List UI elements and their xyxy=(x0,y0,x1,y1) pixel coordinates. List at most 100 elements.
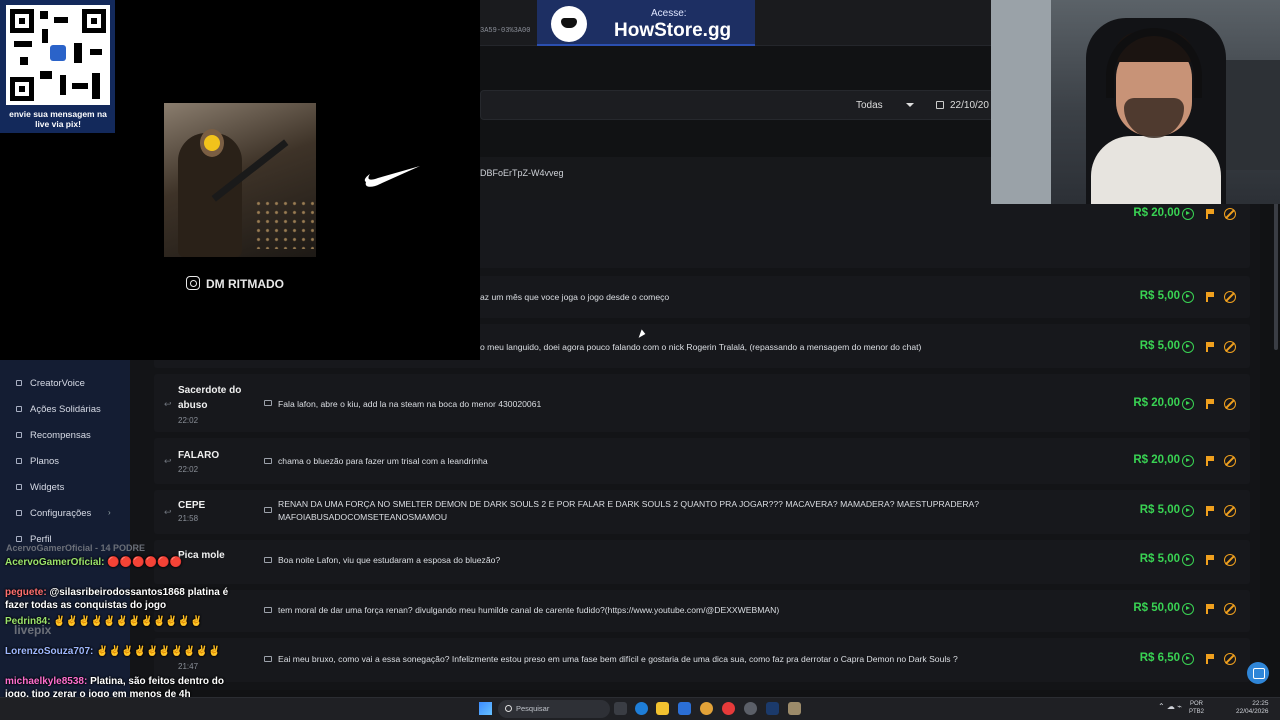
windows-start-icon[interactable] xyxy=(479,702,492,715)
chevron-right-icon: › xyxy=(108,508,111,517)
sidebar-item-planos[interactable]: Planos xyxy=(16,456,59,467)
donation-amount: R$ 5,00 xyxy=(1139,504,1180,516)
taskbar: Pesquisar ⌃ ☁ ⌁ POR PTB2 22:25 22/04/2026 xyxy=(0,697,1280,720)
flag-icon[interactable] xyxy=(1206,292,1214,302)
qr-code xyxy=(6,5,110,105)
system-tray[interactable]: ⌃ ☁ ⌁ xyxy=(1158,702,1182,711)
sidebar-item-acoes-solidarias[interactable]: Ações Solidárias xyxy=(16,404,101,415)
donation-message: Eai meu bruxo, como vai a essa sonegação… xyxy=(278,654,958,664)
block-icon[interactable] xyxy=(1224,398,1236,410)
plans-icon xyxy=(16,458,22,464)
block-icon[interactable] xyxy=(1224,455,1236,467)
edge-icon[interactable] xyxy=(635,702,648,715)
chat-text: ✌✌✌✌✌✌✌✌✌✌ xyxy=(96,646,221,657)
donation-message: tem moral de dar uma força renan? divulg… xyxy=(278,605,780,615)
banner-access-label: Acesse: xyxy=(651,8,687,19)
donation-amount: R$ 6,50 xyxy=(1139,652,1180,664)
flag-icon[interactable] xyxy=(1206,209,1214,219)
block-icon[interactable] xyxy=(1224,603,1236,615)
play-icon[interactable] xyxy=(1182,455,1194,467)
help-chat-icon[interactable] xyxy=(1247,662,1269,684)
webcam-feed xyxy=(991,0,1280,204)
sidebar-item-label: CreatorVoice xyxy=(30,378,85,389)
flag-icon[interactable] xyxy=(1206,342,1214,352)
donation-message: o meu languido, doei agora pouco falando… xyxy=(480,342,922,352)
nike-swoosh-icon xyxy=(364,166,420,187)
taskbar-clock[interactable]: 22:25 22/04/2026 xyxy=(1236,700,1269,716)
pix-qr-panel: envie sua mensagem na live via pix! xyxy=(0,0,115,133)
emoji-sticker-icon xyxy=(204,135,220,151)
clock-time: 22:25 xyxy=(1252,700,1269,707)
donation-time: 22:02 xyxy=(178,416,199,425)
donation-message: RENAN DA UMA FORÇA NO SMELTER DEMON DE D… xyxy=(278,499,980,522)
donation-message: az um mês que voce joga o jogo desde o c… xyxy=(480,292,670,302)
banner-store-name: HowStore.gg xyxy=(614,20,732,41)
donor-name: Sacerdote do abuso xyxy=(178,385,242,411)
reply-arrow-icon: ↩ xyxy=(164,507,172,517)
taskbar-search[interactable]: Pesquisar xyxy=(498,700,610,718)
block-icon[interactable] xyxy=(1224,291,1236,303)
block-icon[interactable] xyxy=(1224,208,1236,220)
qr-caption: envie sua mensagem na live via pix! xyxy=(9,109,107,129)
block-icon[interactable] xyxy=(1224,505,1236,517)
sidebar-item-label: Ações Solidárias xyxy=(30,404,101,415)
widgets-icon xyxy=(16,484,22,490)
task-view-icon[interactable] xyxy=(614,702,627,715)
sidebar-item-creatorvoice[interactable]: CreatorVoice xyxy=(16,378,85,389)
donation-row: ↩ Sacerdote do abuso 22:02 Fala lafon, a… xyxy=(154,374,1250,432)
donor-name: FALARO xyxy=(178,450,220,461)
flag-icon[interactable] xyxy=(1206,456,1214,466)
flag-icon[interactable] xyxy=(1206,555,1214,565)
instagram-handle: DM RITMADO xyxy=(206,277,284,291)
flag-icon[interactable] xyxy=(1206,399,1214,409)
steam-icon[interactable] xyxy=(766,702,779,715)
howstore-banner[interactable]: Acesse: HowStore.gg xyxy=(537,0,755,46)
search-icon xyxy=(505,705,512,712)
date-filter-value: 22/10/20 xyxy=(950,100,989,111)
play-icon[interactable] xyxy=(1182,398,1194,410)
chat-username: AcervoGamerOficial: xyxy=(5,557,105,568)
chrome-icon[interactable] xyxy=(700,702,713,715)
play-icon[interactable] xyxy=(1182,208,1194,220)
obs-icon[interactable] xyxy=(744,702,757,715)
calendar-icon xyxy=(936,101,944,109)
app-icon[interactable] xyxy=(788,702,801,715)
donation-message: chama o bluezão para fazer um trisal com… xyxy=(278,456,488,466)
flag-icon[interactable] xyxy=(1206,654,1214,664)
chat-message: peguete: @silasribeirodossantos1868 plat… xyxy=(5,586,250,612)
creatorvoice-icon xyxy=(16,380,22,386)
lang-top: POR xyxy=(1190,701,1204,707)
language-indicator[interactable]: POR PTB2 xyxy=(1189,700,1204,716)
block-icon[interactable] xyxy=(1224,554,1236,566)
user-icon xyxy=(16,536,22,542)
chat-username: Pedrin84: xyxy=(5,616,51,627)
block-icon[interactable] xyxy=(1224,653,1236,665)
type-filter-select[interactable]: Todas xyxy=(846,92,924,118)
chat-username: LorenzoSouza707: xyxy=(5,646,94,657)
heart-icon xyxy=(16,406,22,412)
donation-row: 21:47 Eai meu bruxo, como vai a essa son… xyxy=(154,638,1250,682)
donation-time: 21:58 xyxy=(178,514,199,523)
flag-icon[interactable] xyxy=(1206,604,1214,614)
play-icon[interactable] xyxy=(1182,653,1194,665)
scrollbar[interactable] xyxy=(1274,200,1278,350)
opera-icon[interactable] xyxy=(722,702,735,715)
chat-ghost-line: AcervoGamerOficial - 14 PODRE xyxy=(6,543,146,553)
play-icon[interactable] xyxy=(1182,554,1194,566)
sidebar-item-configuracoes[interactable]: Configurações › xyxy=(16,508,111,519)
block-icon[interactable] xyxy=(1224,341,1236,353)
play-icon[interactable] xyxy=(1182,505,1194,517)
flag-icon[interactable] xyxy=(1206,506,1214,516)
play-icon[interactable] xyxy=(1182,291,1194,303)
donation-row: tem moral de dar uma força renan? divulg… xyxy=(154,590,1250,632)
sidebar-item-widgets[interactable]: Widgets xyxy=(16,482,64,493)
play-icon[interactable] xyxy=(1182,603,1194,615)
sidebar-item-recompensas[interactable]: Recompensas xyxy=(16,430,91,441)
donation-amount: R$ 50,00 xyxy=(1133,602,1180,614)
play-icon[interactable] xyxy=(1182,341,1194,353)
store-icon[interactable] xyxy=(678,702,691,715)
message-icon xyxy=(264,507,272,513)
donation-message: Fala lafon, abre o kiu, add la na steam … xyxy=(278,399,542,409)
file-explorer-icon[interactable] xyxy=(656,702,669,715)
lang-bottom: PTB2 xyxy=(1189,709,1205,715)
